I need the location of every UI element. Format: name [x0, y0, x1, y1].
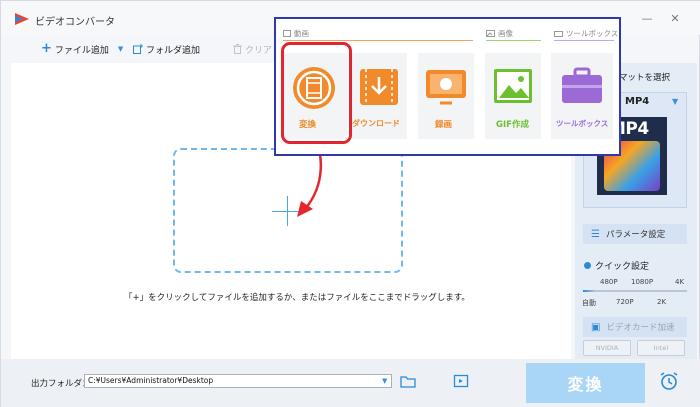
download-tile-label: ダウンロード	[352, 119, 400, 128]
download-icon	[360, 69, 398, 105]
screen-record-tile-label: 録画	[435, 120, 453, 130]
parameter-settings-button[interactable]: ☰ パラメータ設定	[583, 224, 687, 244]
intel-chip: Intel	[637, 340, 685, 356]
gif-maker-tile-label: GIF作成	[496, 120, 529, 130]
image-section-icon	[486, 30, 495, 37]
output-folder-label: 出力フォルダ：	[31, 379, 91, 389]
add-folder-icon	[133, 44, 143, 54]
window-title: ビデオコンバータ	[35, 17, 115, 28]
clear-label: クリア	[245, 45, 273, 56]
sliders-icon: ☰	[591, 228, 600, 240]
image-section-divider	[486, 40, 541, 41]
image-icon	[494, 69, 532, 103]
image-section-label: 画像	[486, 28, 513, 39]
quick-settings-label: クイック設定	[595, 262, 650, 272]
video-section-icon	[283, 30, 291, 37]
nvidia-chip: NVIDIA	[583, 340, 631, 356]
highlight-box	[281, 42, 352, 144]
quality-option[interactable]: 自動	[582, 298, 596, 308]
close-icon[interactable]: ✕	[667, 11, 683, 27]
chevron-down-icon[interactable]: ▼	[382, 377, 387, 385]
gpu-acceleration-label: ビデオカード加速	[606, 323, 675, 333]
screen-record-icon	[426, 70, 466, 105]
gpu-acceleration-button[interactable]: ▣ ビデオカード加速	[583, 317, 687, 337]
chevron-down-icon[interactable]: ▼	[672, 97, 678, 106]
video-section-divider	[283, 40, 473, 41]
toolbox-icon	[562, 67, 602, 103]
add-file-button[interactable]: + ファイル追加 ▼	[41, 41, 123, 57]
output-folder-field[interactable]: C:¥Users¥Administrator¥Desktop	[84, 374, 392, 388]
drop-hint-text: 「+」をクリックしてファイルを追加するか、またはファイルをここまでドラッグします…	[124, 293, 470, 303]
quality-option[interactable]: 1080P	[631, 278, 653, 286]
gpu-chip-icon: ▣	[591, 321, 601, 333]
toolbox-section-divider	[554, 40, 614, 41]
video-section-label: 動画	[283, 28, 309, 39]
toolbox-section-text: ツールボックス	[566, 29, 619, 38]
format-name: MP4	[625, 96, 650, 107]
video-section-text: 動画	[294, 29, 309, 38]
quality-option[interactable]: 720P	[616, 298, 634, 306]
alarm-clock-icon[interactable]	[659, 371, 679, 391]
add-folder-label: フォルダ追加	[146, 45, 201, 56]
quality-slider[interactable]	[583, 290, 687, 292]
format-select-label: マットを選択	[619, 73, 671, 83]
add-plus-icon-vertical[interactable]	[287, 196, 288, 226]
image-section-text: 画像	[498, 29, 513, 38]
chevron-down-icon[interactable]: ▼	[118, 45, 123, 53]
clear-button[interactable]: クリア	[233, 41, 272, 57]
convert-button[interactable]: 変換	[526, 363, 645, 403]
add-file-label: ファイル追加	[54, 45, 109, 56]
toolbox-tile-label: ツールボックス	[556, 119, 609, 128]
plus-icon: +	[41, 41, 52, 56]
quality-option[interactable]: 480P	[600, 278, 618, 286]
quality-option[interactable]: 4K	[675, 278, 684, 286]
folder-icon[interactable]	[400, 374, 416, 388]
app-window: ビデオコンバータ — ✕ + ファイル追加 ▼ フォルダ追加 クリア 「+」をク…	[0, 0, 700, 407]
parameter-settings-label: パラメータ設定	[605, 230, 666, 240]
toolbox-section-icon	[554, 31, 563, 37]
minimize-icon[interactable]: —	[639, 11, 655, 27]
toolbox-section-label: ツールボックス	[554, 28, 618, 39]
app-logo-icon	[15, 13, 29, 25]
trash-icon	[233, 44, 242, 54]
open-output-folder-icon[interactable]	[453, 374, 469, 388]
quick-settings-icon	[584, 262, 591, 269]
quality-option[interactable]: 2K	[657, 298, 666, 306]
add-folder-button[interactable]: フォルダ追加	[133, 41, 200, 57]
